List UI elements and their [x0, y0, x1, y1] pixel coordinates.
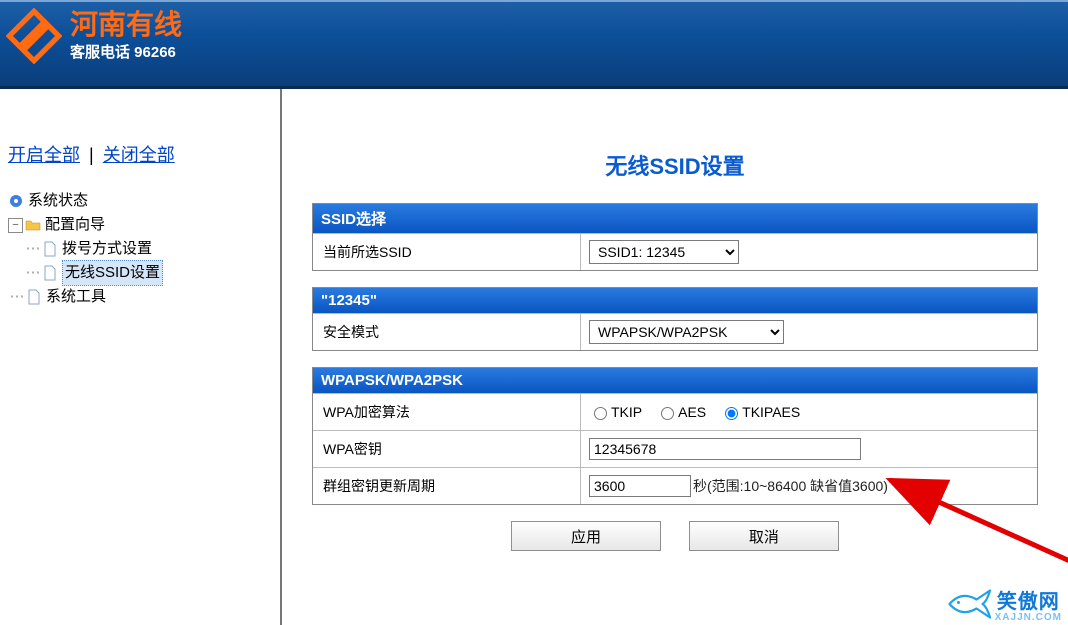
panel-wpa: WPAPSK/WPA2PSK WPA加密算法 TKIP AES TKIPAES … — [312, 367, 1038, 505]
label-rekey-period: 群组密钥更新周期 — [313, 468, 581, 504]
tree-controls: 开启全部 | 关闭全部 — [8, 141, 272, 167]
sidebar: 开启全部 | 关闭全部 系统状态 − 配置向导 ⋯ 拨号方式设置 — [0, 89, 282, 625]
panel-header: SSID选择 — [313, 204, 1037, 233]
panel-ssid-select: SSID选择 当前所选SSID SSID1: 12345 — [312, 203, 1038, 271]
cancel-button[interactable]: 取消 — [689, 521, 839, 551]
radio-tkipaes[interactable]: TKIPAES — [720, 404, 800, 420]
page-icon — [42, 241, 58, 257]
gear-icon — [8, 193, 24, 209]
button-row: 应用 取消 — [312, 521, 1038, 551]
page-title: 无线SSID设置 — [312, 149, 1038, 181]
folder-open-icon — [25, 217, 41, 233]
apply-button[interactable]: 应用 — [511, 521, 661, 551]
nav-tree: 系统状态 − 配置向导 ⋯ 拨号方式设置 ⋯ 无线SSID设置 — [8, 189, 272, 309]
ssid-select[interactable]: SSID1: 12345 — [589, 240, 739, 264]
main-content: 无线SSID设置 SSID选择 当前所选SSID SSID1: 12345 "1… — [282, 89, 1068, 625]
rekey-period-hint: 秒(范围:10~86400 缺省值3600) — [693, 476, 888, 496]
radio-aes[interactable]: AES — [656, 404, 706, 420]
separator: | — [85, 145, 98, 165]
label-security-mode: 安全模式 — [313, 314, 581, 350]
tree-label: 配置向导 — [45, 213, 105, 237]
label-wpa-algo: WPA加密算法 — [313, 394, 581, 430]
brand-title: 河南有线 — [70, 11, 182, 39]
page-icon — [26, 289, 42, 305]
tree-label: 系统工具 — [46, 285, 106, 309]
wpa-key-input[interactable] — [589, 438, 861, 460]
radio-tkip[interactable]: TKIP — [589, 404, 642, 420]
brand-icon — [6, 8, 62, 64]
rekey-period-input[interactable] — [589, 475, 691, 497]
label-current-ssid: 当前所选SSID — [313, 234, 581, 270]
tree-label: 拨号方式设置 — [62, 237, 152, 261]
label-wpa-key: WPA密钥 — [313, 431, 581, 467]
brand-hotline: 客服电话 96266 — [70, 41, 182, 62]
fish-icon — [945, 586, 993, 622]
panel-security: "12345" 安全模式 WPAPSK/WPA2PSK — [312, 287, 1038, 351]
watermark-text: 笑傲网 — [997, 585, 1060, 614]
tree-item-ssid[interactable]: ⋯ 无线SSID设置 — [8, 261, 272, 285]
brand-logo: 河南有线 客服电话 96266 — [6, 8, 182, 64]
tree-label: 无线SSID设置 — [62, 260, 163, 286]
tree-item-wizard[interactable]: − 配置向导 — [8, 213, 272, 237]
panel-header: "12345" — [313, 288, 1037, 313]
tree-label: 系统状态 — [28, 189, 88, 213]
collapse-all-link[interactable]: 关闭全部 — [103, 145, 175, 165]
collapse-toggle-icon[interactable]: − — [8, 218, 23, 233]
security-mode-select[interactable]: WPAPSK/WPA2PSK — [589, 320, 784, 344]
page-icon — [42, 265, 58, 281]
watermark-url: XAJJN.COM — [995, 612, 1062, 623]
tree-item-status[interactable]: 系统状态 — [8, 189, 272, 213]
app-header: 河南有线 客服电话 96266 — [0, 0, 1068, 89]
tree-item-dial[interactable]: ⋯ 拨号方式设置 — [8, 237, 272, 261]
tree-item-tools[interactable]: ⋯ 系统工具 — [8, 285, 272, 309]
panel-header: WPAPSK/WPA2PSK — [313, 368, 1037, 393]
watermark: 笑傲网 XAJJN.COM — [945, 585, 1062, 623]
expand-all-link[interactable]: 开启全部 — [8, 145, 80, 165]
